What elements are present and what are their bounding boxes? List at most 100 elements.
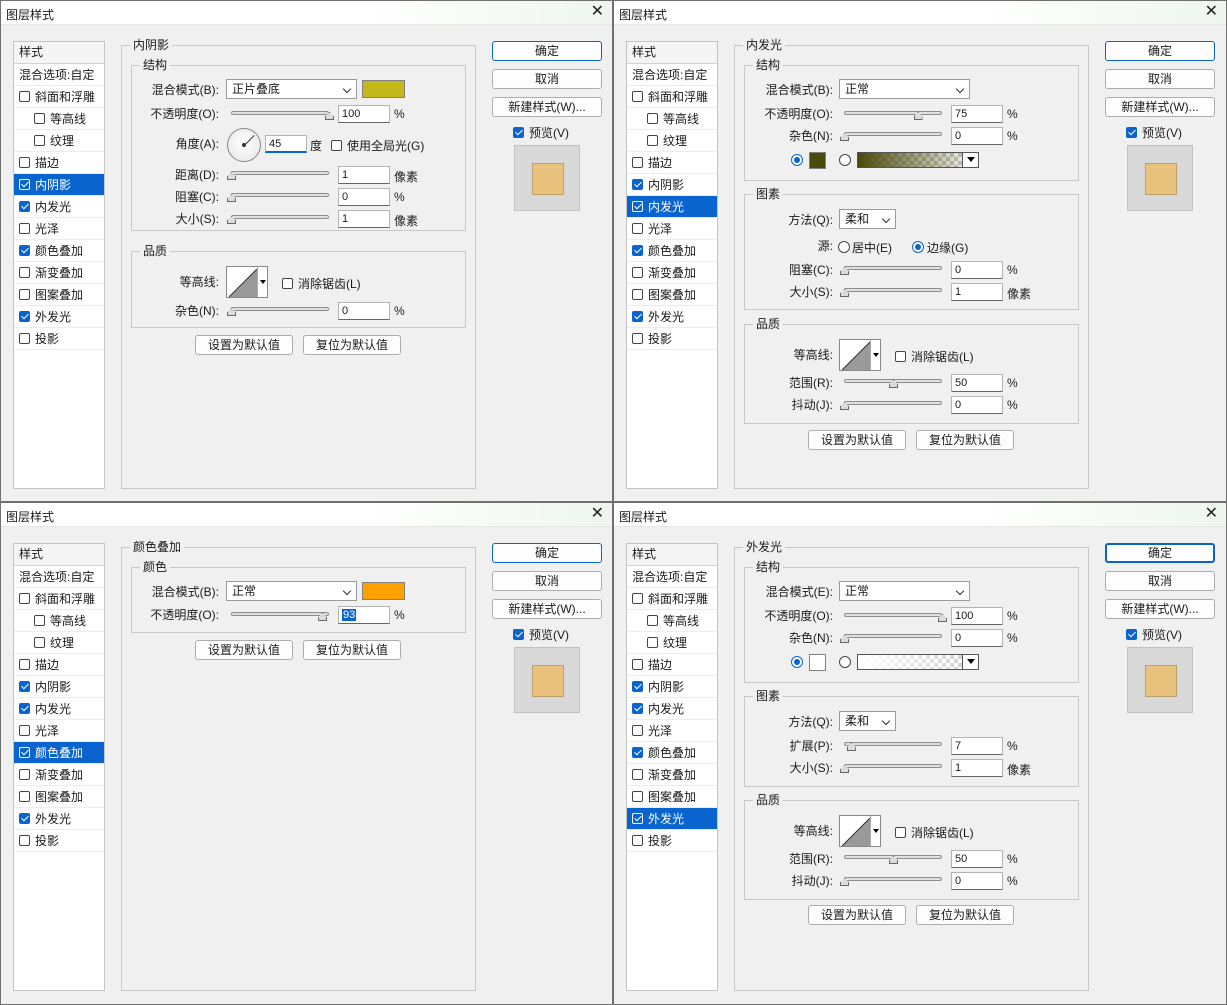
- style-item[interactable]: 内发光: [14, 196, 104, 218]
- choke-slider[interactable]: [840, 263, 942, 275]
- style-checkbox[interactable]: [632, 289, 643, 300]
- global-light-checkbox[interactable]: 使用全局光(G): [331, 137, 424, 154]
- style-checkbox[interactable]: [632, 791, 643, 802]
- style-item[interactable]: 外发光: [14, 808, 104, 830]
- style-checkbox[interactable]: [19, 267, 30, 278]
- distance-input[interactable]: 1: [338, 166, 390, 184]
- ok-button[interactable]: 确定: [1105, 41, 1215, 61]
- style-item[interactable]: 投影: [627, 830, 717, 852]
- style-item[interactable]: 渐变叠加: [14, 764, 104, 786]
- style-item[interactable]: 内阴影: [627, 676, 717, 698]
- style-item[interactable]: 内发光: [627, 196, 717, 218]
- style-item[interactable]: 内阴影: [14, 676, 104, 698]
- style-item[interactable]: 投影: [14, 328, 104, 350]
- method-select[interactable]: 柔和: [839, 711, 896, 731]
- style-item[interactable]: 外发光: [14, 306, 104, 328]
- glow-color-swatch[interactable]: [809, 654, 826, 671]
- size-input[interactable]: 1: [338, 210, 390, 228]
- style-item[interactable]: 渐变叠加: [627, 764, 717, 786]
- solid-color-radio[interactable]: [791, 154, 803, 166]
- style-checkbox[interactable]: [19, 91, 30, 102]
- new-style-button[interactable]: 新建样式(W)...: [492, 599, 602, 619]
- blend-options-item[interactable]: 混合选项:自定: [627, 566, 717, 588]
- opacity-input[interactable]: 100: [338, 105, 390, 123]
- close-icon[interactable]: ✕: [591, 505, 604, 523]
- style-checkbox[interactable]: [632, 703, 643, 714]
- antialias-checkbox[interactable]: 消除锯齿(L): [895, 348, 974, 365]
- size-slider[interactable]: [840, 761, 942, 773]
- style-checkbox[interactable]: [632, 311, 643, 322]
- cancel-button[interactable]: 取消: [1105, 69, 1215, 89]
- styles-header[interactable]: 样式: [14, 42, 104, 64]
- reset-default-button[interactable]: 复位为默认值: [303, 335, 401, 355]
- style-item[interactable]: 描边: [627, 152, 717, 174]
- gradient-radio[interactable]: [839, 154, 851, 166]
- ok-button[interactable]: 确定: [492, 41, 602, 61]
- gradient-picker[interactable]: [857, 654, 979, 670]
- opacity-slider[interactable]: [231, 609, 329, 621]
- angle-input[interactable]: 45: [265, 135, 307, 153]
- style-checkbox[interactable]: [19, 333, 30, 344]
- style-item[interactable]: 内发光: [14, 698, 104, 720]
- style-item[interactable]: 颜色叠加: [627, 742, 717, 764]
- noise-slider[interactable]: [227, 304, 329, 316]
- style-checkbox[interactable]: [19, 289, 30, 300]
- style-checkbox[interactable]: [19, 311, 30, 322]
- opacity-slider[interactable]: [844, 610, 947, 622]
- new-style-button[interactable]: 新建样式(W)...: [1105, 599, 1215, 619]
- blend-options-item[interactable]: 混合选项:自定: [627, 64, 717, 86]
- style-item[interactable]: 等高线: [14, 108, 104, 130]
- gradient-picker[interactable]: [857, 152, 979, 168]
- chevron-down-icon[interactable]: [870, 816, 880, 846]
- style-item[interactable]: 投影: [14, 830, 104, 852]
- noise-input[interactable]: 0: [338, 302, 390, 320]
- style-checkbox[interactable]: [647, 637, 658, 648]
- chevron-down-icon[interactable]: [257, 267, 267, 297]
- distance-slider[interactable]: [227, 168, 329, 180]
- close-icon[interactable]: ✕: [1205, 3, 1218, 21]
- style-item[interactable]: 图案叠加: [627, 284, 717, 306]
- opacity-slider[interactable]: [844, 108, 942, 120]
- set-default-button[interactable]: 设置为默认值: [195, 640, 293, 660]
- style-item[interactable]: 渐变叠加: [627, 262, 717, 284]
- blend-mode-select[interactable]: 正片叠底: [226, 79, 357, 99]
- preview-checkbox[interactable]: 预览(V): [1126, 626, 1182, 643]
- source-edge-radio[interactable]: [912, 241, 924, 253]
- noise-input[interactable]: 0: [951, 127, 1003, 145]
- styles-header[interactable]: 样式: [14, 544, 104, 566]
- choke-input[interactable]: 0: [338, 188, 390, 206]
- styles-header[interactable]: 样式: [627, 544, 717, 566]
- reset-default-button[interactable]: 复位为默认值: [916, 430, 1014, 450]
- range-input[interactable]: 50: [951, 374, 1003, 392]
- style-checkbox[interactable]: [34, 113, 45, 124]
- style-checkbox[interactable]: [19, 835, 30, 846]
- style-checkbox[interactable]: [19, 223, 30, 234]
- cancel-button[interactable]: 取消: [1105, 571, 1215, 591]
- style-item[interactable]: 图案叠加: [627, 786, 717, 808]
- style-checkbox[interactable]: [19, 201, 30, 212]
- style-checkbox[interactable]: [632, 245, 643, 256]
- style-checkbox[interactable]: [632, 157, 643, 168]
- solid-color-radio[interactable]: [791, 656, 803, 668]
- new-style-button[interactable]: 新建样式(W)...: [492, 97, 602, 117]
- reset-default-button[interactable]: 复位为默认值: [916, 905, 1014, 925]
- range-slider[interactable]: [844, 852, 942, 864]
- style-item[interactable]: 颜色叠加: [627, 240, 717, 262]
- blend-options-item[interactable]: 混合选项:自定: [14, 566, 104, 588]
- set-default-button[interactable]: 设置为默认值: [195, 335, 293, 355]
- styles-header[interactable]: 样式: [627, 42, 717, 64]
- spread-input[interactable]: 7: [951, 737, 1003, 755]
- preview-checkbox[interactable]: 预览(V): [513, 626, 569, 643]
- style-checkbox[interactable]: [647, 135, 658, 146]
- size-input[interactable]: 1: [951, 759, 1003, 777]
- style-checkbox[interactable]: [19, 703, 30, 714]
- blend-options-item[interactable]: 混合选项:自定: [14, 64, 104, 86]
- preview-checkbox[interactable]: 预览(V): [513, 124, 569, 141]
- style-item[interactable]: 描边: [14, 654, 104, 676]
- style-checkbox[interactable]: [632, 659, 643, 670]
- set-default-button[interactable]: 设置为默认值: [808, 430, 906, 450]
- style-item[interactable]: 斜面和浮雕: [14, 588, 104, 610]
- close-icon[interactable]: ✕: [591, 3, 604, 21]
- style-item[interactable]: 颜色叠加: [14, 742, 104, 764]
- chevron-down-icon[interactable]: [962, 655, 978, 669]
